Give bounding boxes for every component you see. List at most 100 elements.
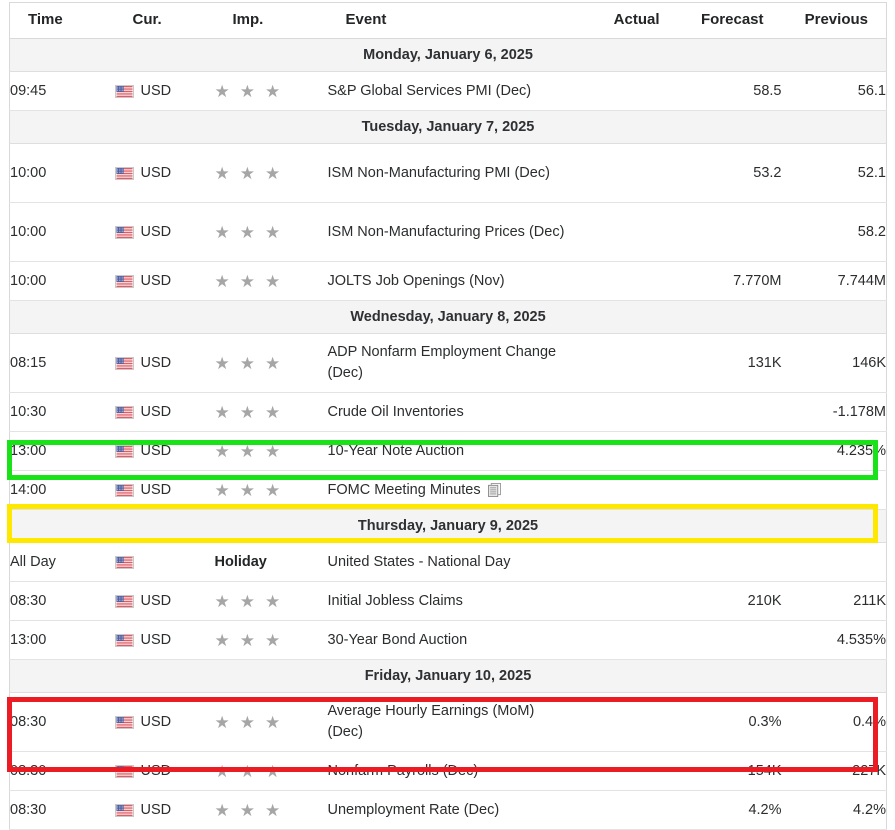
star-icon: ★	[265, 353, 281, 373]
event-previous: 211K	[781, 581, 887, 621]
event-row[interactable]: 09:45 USD ★ ★ ★ S&P Global Services PMI (Dec)…	[9, 71, 887, 111]
column-header-event[interactable]: Event	[327, 2, 574, 39]
event-row[interactable]: 08:30 USD ★ ★ ★ Nonfarm Payrolls (Dec) 154K 227…	[9, 751, 887, 791]
importance-stars[interactable]: ★ ★ ★	[215, 593, 328, 610]
event-name-cell: S&P Global Services PMI (Dec)	[327, 71, 574, 111]
event-name[interactable]: FOMC Meeting Minutes	[328, 482, 481, 498]
event-name[interactable]: S&P Global Services PMI (Dec)	[328, 83, 532, 99]
star-icon: ★	[239, 712, 255, 732]
event-name[interactable]: JOLTS Job Openings (Nov)	[328, 273, 505, 289]
event-row[interactable]: 08:30 USD ★ ★ ★ Unemployment Rate (Dec) 4.2% 4.…	[9, 790, 887, 830]
event-row[interactable]: 10:00 USD ★ ★ ★ JOLTS Job Openings (Nov) 7.770…	[9, 261, 887, 301]
event-importance: ★ ★ ★	[214, 581, 328, 621]
event-time: 10:00	[9, 143, 115, 203]
event-row[interactable]: 08:30 USD ★ ★ ★ Average Hourly Earnings (MoM)…	[9, 692, 887, 752]
event-row[interactable]: 10:00 USD ★ ★ ★ ISM Non-Manufacturing PMI (De…	[9, 143, 887, 203]
importance-stars[interactable]: ★ ★ ★	[215, 802, 328, 819]
event-name[interactable]: ISM Non-Manufacturing Prices (Dec)	[328, 224, 565, 240]
document-icon[interactable]	[487, 482, 501, 497]
day-header-label: Thursday, January 9, 2025	[9, 509, 887, 543]
event-name[interactable]: Nonfarm Payrolls (Dec)	[328, 763, 479, 779]
importance-stars[interactable]: ★ ★ ★	[215, 763, 328, 780]
event-name[interactable]: Initial Jobless Claims	[328, 593, 463, 609]
event-name-cell: United States - National Day	[327, 542, 574, 582]
importance-stars[interactable]: ★ ★ ★	[215, 273, 328, 290]
event-previous: 4.235%	[781, 431, 887, 471]
event-row[interactable]: 13:00 USD ★ ★ ★ 10-Year Note Auction 4.235%	[9, 431, 887, 471]
star-icon: ★	[239, 800, 255, 820]
importance-stars[interactable]: ★ ★ ★	[215, 443, 328, 460]
currency-code: USD	[140, 714, 172, 730]
event-importance: ★ ★ ★	[214, 333, 328, 393]
importance-stars[interactable]: ★ ★ ★	[215, 714, 328, 731]
table-header: Time Cur. Imp. Event Actual Forecast Pre…	[9, 2, 887, 39]
event-name[interactable]: ADP Nonfarm Employment Change (Dec)	[328, 344, 557, 381]
event-currency: USD	[114, 261, 215, 301]
event-name[interactable]: Crude Oil Inventories	[328, 404, 464, 420]
economic-calendar-table: Time Cur. Imp. Event Actual Forecast Pre…	[9, 2, 887, 830]
star-icon: ★	[214, 402, 230, 422]
event-time: 08:30	[9, 581, 115, 621]
currency-group: USD	[114, 802, 215, 818]
event-row[interactable]: 08:15 USD ★ ★ ★ ADP Nonfarm Employment Change…	[9, 333, 887, 393]
event-row[interactable]: 14:00 USD ★ ★ ★ FOMC Meeting Minutes	[9, 470, 887, 510]
importance-stars[interactable]: ★ ★ ★	[215, 482, 328, 499]
currency-group: USD	[114, 632, 215, 648]
currency-group: USD	[114, 593, 215, 609]
us-flag-icon	[114, 555, 134, 569]
currency-group: USD	[114, 273, 215, 289]
column-header-time[interactable]: Time	[9, 2, 115, 39]
star-icon: ★	[239, 402, 255, 422]
event-importance: ★ ★ ★	[214, 751, 328, 791]
event-row[interactable]: All Day Holiday United States - National D…	[9, 542, 887, 582]
importance-stars[interactable]: ★ ★ ★	[215, 632, 328, 649]
importance-stars[interactable]: ★ ★ ★	[215, 224, 328, 241]
importance-stars[interactable]: ★ ★ ★	[215, 355, 328, 372]
column-header-previous[interactable]: Previous	[781, 2, 887, 39]
event-currency	[114, 542, 215, 582]
us-flag-icon	[114, 166, 134, 180]
event-name[interactable]: United States - National Day	[328, 554, 511, 570]
star-icon: ★	[265, 800, 281, 820]
event-time: 09:45	[9, 71, 115, 111]
event-currency: USD	[114, 392, 215, 432]
event-importance: Holiday	[214, 542, 328, 582]
currency-code: USD	[140, 763, 172, 779]
star-icon: ★	[214, 222, 230, 242]
star-icon: ★	[265, 163, 281, 183]
event-name[interactable]: Unemployment Rate (Dec)	[328, 802, 500, 818]
event-importance: ★ ★ ★	[214, 143, 328, 203]
event-previous: 58.2	[781, 202, 887, 262]
currency-code: USD	[140, 593, 172, 609]
star-icon: ★	[265, 480, 281, 500]
event-currency: USD	[114, 692, 215, 752]
event-actual	[573, 692, 678, 752]
column-header-forecast[interactable]: Forecast	[677, 2, 782, 39]
event-actual	[573, 470, 678, 510]
importance-stars[interactable]: ★ ★ ★	[215, 165, 328, 182]
event-name[interactable]: Average Hourly Earnings (MoM) (Dec)	[328, 703, 535, 740]
event-row[interactable]: 13:00 USD ★ ★ ★ 30-Year Bond Auction 4.535%	[9, 620, 887, 660]
event-name[interactable]: ISM Non-Manufacturing PMI (Dec)	[328, 165, 550, 181]
event-importance: ★ ★ ★	[214, 470, 328, 510]
column-header-actual[interactable]: Actual	[573, 2, 678, 39]
event-name[interactable]: 10-Year Note Auction	[328, 443, 465, 459]
holiday-label: Holiday	[214, 554, 267, 570]
day-header-label: Friday, January 10, 2025	[9, 659, 887, 693]
currency-group: USD	[114, 482, 215, 498]
event-name[interactable]: 30-Year Bond Auction	[328, 632, 468, 648]
event-name-cell: JOLTS Job Openings (Nov)	[327, 261, 574, 301]
event-previous: 56.1	[781, 71, 887, 111]
event-row[interactable]: 10:00 USD ★ ★ ★ ISM Non-Manufacturing Prices …	[9, 202, 887, 262]
event-name-cell: FOMC Meeting Minutes	[327, 470, 574, 510]
column-header-currency[interactable]: Cur.	[114, 2, 215, 39]
event-forecast: 131K	[677, 333, 782, 393]
column-header-importance[interactable]: Imp.	[214, 2, 328, 39]
event-row[interactable]: 08:30 USD ★ ★ ★ Initial Jobless Claims 210K 211…	[9, 581, 887, 621]
importance-stars[interactable]: ★ ★ ★	[215, 404, 328, 421]
event-actual	[573, 143, 678, 203]
event-row[interactable]: 10:30 USD ★ ★ ★ Crude Oil Inventories -1.178M	[9, 392, 887, 432]
event-actual	[573, 751, 678, 791]
importance-stars[interactable]: ★ ★ ★	[215, 83, 328, 100]
us-flag-icon	[114, 715, 134, 729]
